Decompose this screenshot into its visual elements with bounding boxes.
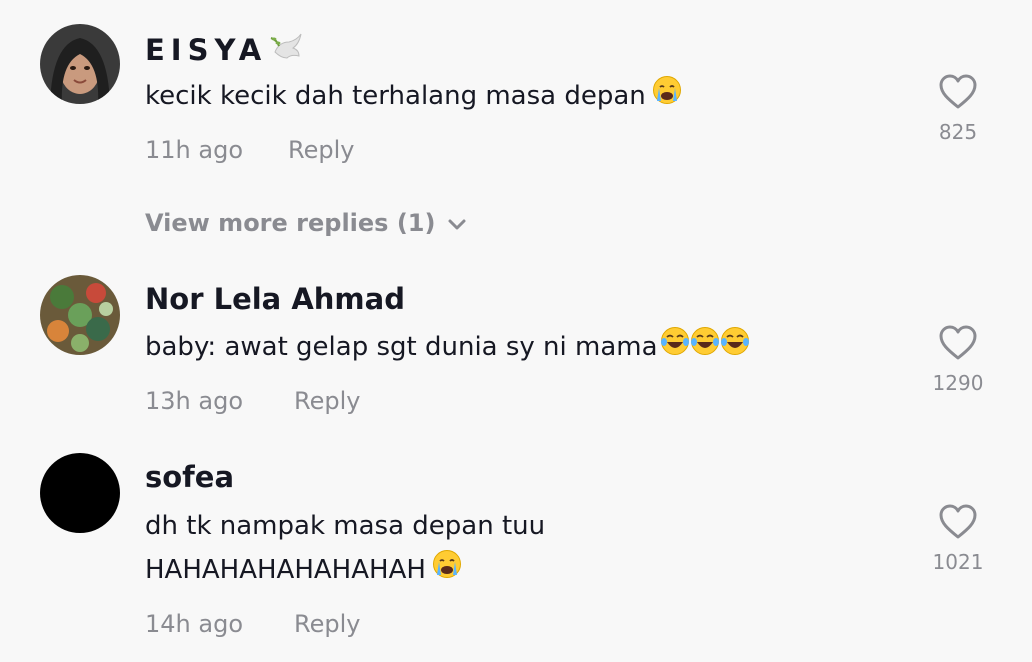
like-button[interactable]: 1021	[918, 504, 998, 574]
timestamp: 13h ago	[145, 387, 244, 415]
username[interactable]: EISYA	[145, 30, 305, 74]
avatar[interactable]	[40, 24, 120, 104]
comment-text: HAHAHAHAHAHAHAH	[145, 548, 462, 593]
timestamp: 11h ago	[145, 136, 244, 164]
comment-text: baby: awat gelap sgt dunia sy ni mama	[145, 325, 750, 370]
loudly-crying-face-icon	[432, 549, 462, 593]
loudly-crying-face-icon	[652, 75, 682, 119]
avatar[interactable]	[40, 275, 120, 355]
face-with-tears-of-joy-icon	[720, 326, 750, 370]
like-button[interactable]: 1290	[918, 325, 998, 395]
heart-icon[interactable]	[938, 504, 978, 540]
timestamp: 14h ago	[145, 610, 244, 638]
heart-icon[interactable]	[938, 325, 978, 361]
comment-text: dh tk nampak masa depan tuu	[145, 504, 545, 548]
like-count: 825	[938, 120, 978, 144]
view-more-label[interactable]: View more replies (1)	[145, 209, 435, 237]
face-with-tears-of-joy-icon	[690, 326, 720, 370]
view-more-replies-button[interactable]: View more replies (1)	[145, 205, 467, 242]
like-count: 1021	[932, 550, 984, 574]
reply-button[interactable]: Reply	[294, 387, 360, 415]
comment-text-line: HAHAHAHAHAHAHAH	[145, 555, 426, 585]
comment-meta: 13h ago Reply	[145, 387, 360, 415]
comment-text: kecik kecik dah terhalang masa depan	[145, 74, 682, 119]
comment-meta: 14h ago Reply	[145, 610, 360, 638]
heart-icon[interactable]	[938, 74, 978, 110]
comment-meta: 11h ago Reply	[145, 136, 354, 164]
comment-text-line: dh tk nampak masa depan tuu	[145, 511, 546, 541]
like-count: 1290	[932, 371, 984, 395]
reply-button[interactable]: Reply	[288, 136, 354, 164]
face-with-tears-of-joy-icon	[660, 326, 690, 370]
username[interactable]: sofea	[145, 459, 234, 495]
avatar[interactable]	[40, 453, 120, 533]
comment-text-content: baby: awat gelap sgt dunia sy ni mama	[145, 332, 658, 362]
comment-text-content: kecik kecik dah terhalang masa depan	[145, 81, 646, 111]
reply-button[interactable]: Reply	[294, 610, 360, 638]
like-button[interactable]: 825	[918, 74, 998, 144]
chevron-down-icon[interactable]	[447, 206, 467, 242]
dove-icon	[269, 30, 305, 74]
username-label[interactable]: EISYA	[145, 33, 267, 67]
username[interactable]: Nor Lela Ahmad	[145, 281, 405, 317]
